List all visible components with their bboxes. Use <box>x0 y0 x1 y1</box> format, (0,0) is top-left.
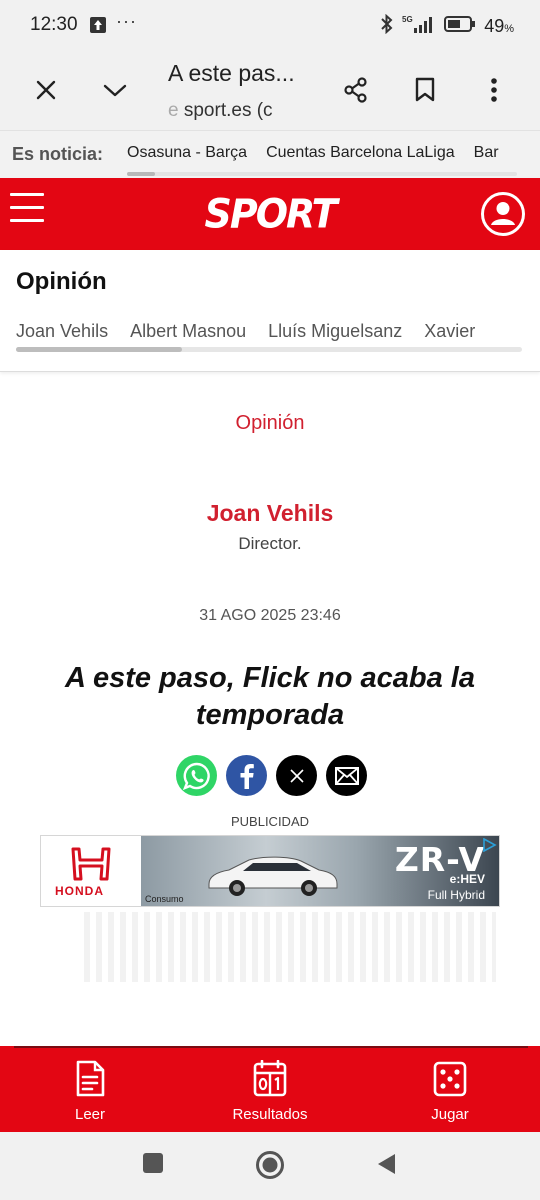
author-tab[interactable]: Albert Masnou <box>130 321 246 342</box>
bottom-nav-label: Jugar <box>431 1106 469 1123</box>
document-icon <box>76 1060 105 1097</box>
battery-icon <box>444 15 476 38</box>
share-page-button[interactable] <box>338 72 374 108</box>
circle-icon <box>256 1151 284 1179</box>
whatsapp-share-button[interactable] <box>176 755 217 796</box>
author-scrollbar[interactable] <box>16 347 522 352</box>
author-name[interactable]: Joan Vehils <box>0 500 540 527</box>
user-account-button[interactable] <box>480 191 526 237</box>
scoreboard-icon <box>253 1060 287 1097</box>
trending-scroll-thumb[interactable] <box>127 172 155 176</box>
network-type-label: 5G <box>402 15 413 24</box>
author-tab[interactable]: Joan Vehils <box>16 321 108 342</box>
honda-logo: HONDA <box>41 836 141 906</box>
bottom-nav-leer[interactable]: Leer <box>20 1060 160 1123</box>
trending-scrollbar[interactable] <box>127 172 517 176</box>
bluetooth-icon <box>380 13 394 39</box>
close-icon <box>36 80 56 100</box>
trending-list: Osasuna - Barça Cuentas Barcelona LaLiga… <box>127 144 499 162</box>
ad-label: PUBLICIDAD <box>230 814 310 829</box>
advertisement-banner[interactable]: HONDA ZR-V e:HEV Full Hybrid Consumo <box>40 835 500 907</box>
whatsapp-icon <box>182 762 210 790</box>
author-tabs: Joan Vehils Albert Masnou Lluís Miguelsa… <box>16 321 475 342</box>
home-button[interactable] <box>255 1150 285 1185</box>
ad-subtitle: Full Hybrid <box>427 888 485 902</box>
system-navigation-bar <box>0 1132 540 1200</box>
author-role: Director. <box>238 534 302 553</box>
site-header: SPORT <box>0 178 540 250</box>
author-scroll-thumb[interactable] <box>16 347 182 352</box>
car-image <box>208 856 338 896</box>
bottom-nav-divider <box>14 1046 528 1048</box>
status-time: 12:30 <box>30 14 78 35</box>
faded-ad-placeholder <box>84 912 496 982</box>
status-indicators: 5G 49% <box>380 13 514 39</box>
section-nav: Opinión Joan Vehils Albert Masnou Lluís … <box>0 250 540 372</box>
article-date: 31 AGO 2025 23:46 <box>199 607 341 624</box>
bottom-nav-resultados[interactable]: Resultados <box>200 1060 340 1123</box>
bookmark-button[interactable] <box>407 72 443 108</box>
page-title: A este pas... <box>168 60 295 86</box>
email-share-button[interactable] <box>326 755 367 796</box>
article-kicker[interactable]: Opinión <box>0 412 540 435</box>
back-button[interactable] <box>375 1152 397 1181</box>
x-logo-icon <box>289 768 304 783</box>
bottom-nav-jugar[interactable]: Jugar <box>380 1060 520 1123</box>
share-icon <box>344 77 367 103</box>
dice-icon <box>433 1061 467 1097</box>
trending-bar: Es noticia: Osasuna - Barça Cuentas Barc… <box>0 130 540 178</box>
bottom-nav-label: Leer <box>74 1106 106 1123</box>
trending-item[interactable]: Cuentas Barcelona LaLiga <box>266 144 455 162</box>
upload-notification-icon <box>90 17 106 33</box>
trending-item[interactable]: Bar <box>474 144 499 162</box>
more-vert-icon <box>491 78 497 102</box>
email-icon <box>334 766 359 785</box>
ad-choices-icon[interactable] <box>481 838 497 852</box>
page-url: e sport.es (c <box>168 100 273 121</box>
minimize-tab-button[interactable] <box>97 72 133 108</box>
close-tab-button[interactable] <box>28 72 64 108</box>
ad-image: ZR-V e:HEV Full Hybrid Consumo <box>141 836 499 906</box>
triangle-back-icon <box>378 1154 395 1174</box>
trending-label: Es noticia: <box>12 144 104 164</box>
honda-h-icon <box>71 847 111 881</box>
bottom-nav: Leer Resultados Jugar <box>0 1046 540 1132</box>
ad-consumo-label: Consumo <box>145 894 184 904</box>
x-share-button[interactable] <box>276 755 317 796</box>
honda-brand-text: HONDA <box>55 884 104 898</box>
author-tab[interactable]: Lluís Miguelsanz <box>268 321 402 342</box>
battery-percent: 49% <box>484 16 514 36</box>
chevron-down-icon <box>103 84 127 97</box>
more-options-button[interactable] <box>476 72 512 108</box>
user-icon <box>481 192 525 236</box>
more-notifications-icon: ··· <box>116 11 137 31</box>
facebook-icon <box>240 763 254 789</box>
browser-toolbar: A este pas... e sport.es (c <box>0 52 540 130</box>
ad-badge: e:HEV <box>449 872 485 886</box>
facebook-share-button[interactable] <box>226 755 267 796</box>
sport-logo[interactable]: SPORT <box>0 191 540 237</box>
author-tab[interactable]: Xavier <box>424 321 475 342</box>
status-bar: 12:30 ··· 5G 49% <box>0 0 540 52</box>
trending-item[interactable]: Osasuna - Barça <box>127 144 247 162</box>
section-title: Opinión <box>16 268 107 295</box>
signal-icon: 5G <box>402 14 436 39</box>
bottom-nav-label: Resultados <box>232 1106 308 1123</box>
share-buttons <box>176 755 367 796</box>
recent-apps-button[interactable] <box>142 1152 164 1179</box>
bookmark-icon <box>415 77 435 102</box>
article-headline: A este paso, Flick no acaba la temporada <box>65 662 475 731</box>
square-icon <box>143 1153 163 1173</box>
